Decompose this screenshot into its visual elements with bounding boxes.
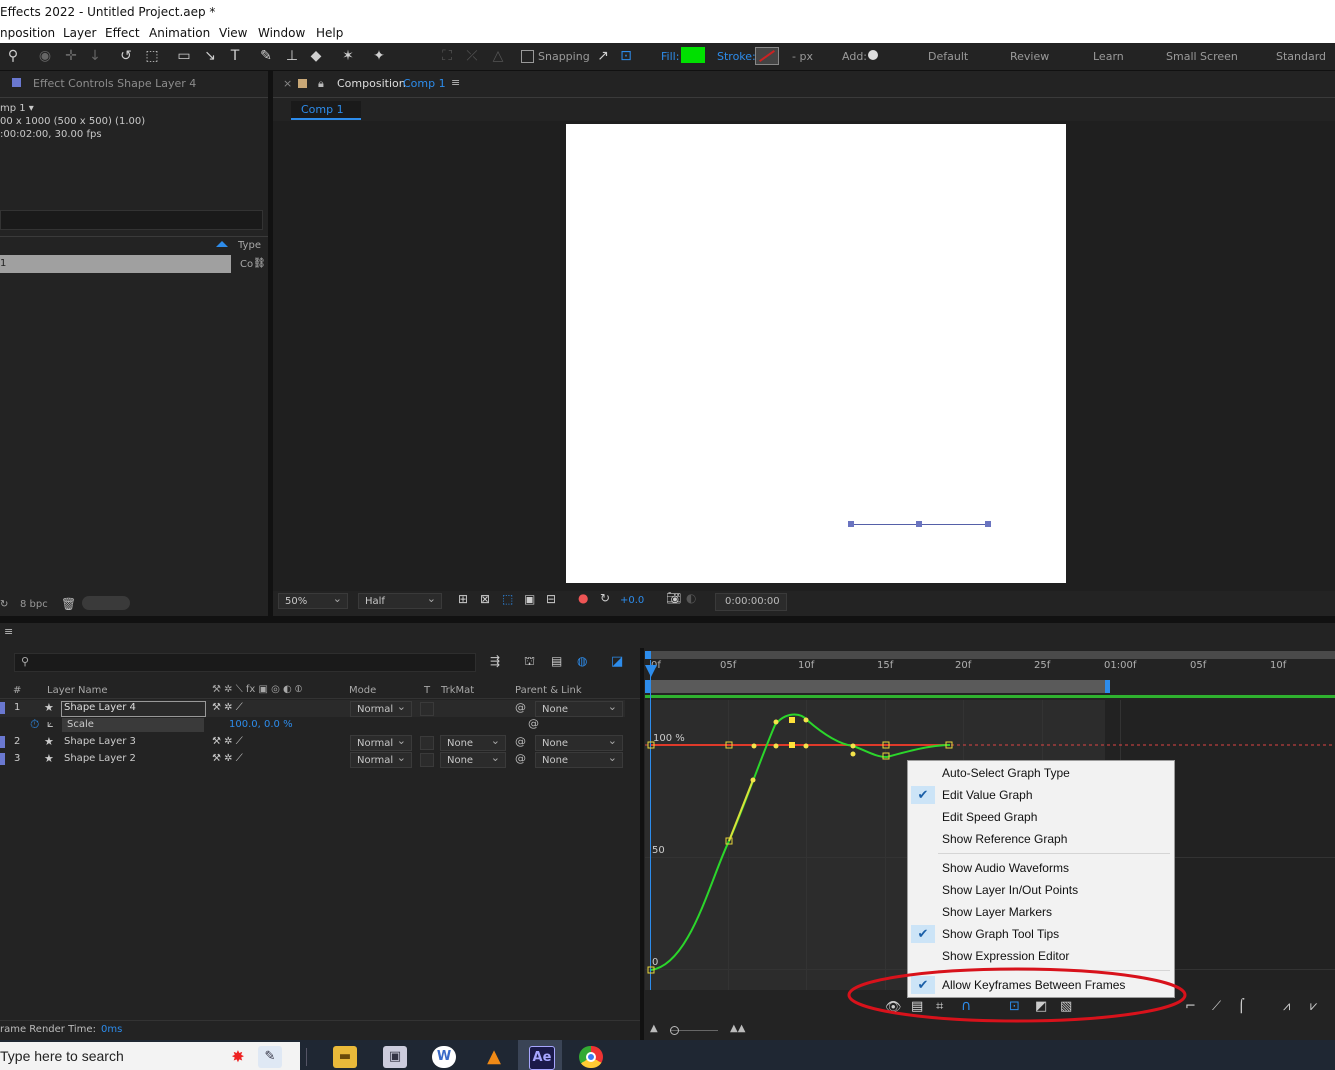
ae-label: Ae — [532, 1050, 552, 1065]
checkmark-icon: ✔ — [911, 786, 935, 804]
menu-item-edit-value-graph[interactable]: ✔ Edit Value Graph — [908, 784, 1172, 806]
easy-ease-in-icon[interactable]: ⩗ — [1310, 999, 1317, 1014]
menu-item-show-layer-in-out[interactable]: Show Layer In/Out Points — [908, 879, 1172, 901]
menu-separator — [938, 853, 1170, 854]
app-burst-icon[interactable]: ✸ — [226, 1046, 250, 1068]
incoming-tangent — [728, 779, 754, 842]
annotation-ellipse — [847, 967, 1187, 1023]
vlc-icon[interactable]: ▲ — [482, 1046, 506, 1068]
menu-item-show-graph-tool-tips[interactable]: ✔ Show Graph Tool Tips — [908, 923, 1172, 945]
graph-options-menu: Auto-Select Graph Type ✔ Edit Value Graph… — [907, 760, 1175, 998]
menu-item-label: Show Layer Markers — [942, 905, 1053, 919]
app-screen-icon[interactable]: ▣ — [383, 1046, 407, 1068]
convert-auto-bezier-icon[interactable]: ⌠ — [1238, 999, 1245, 1014]
easy-ease-icon[interactable]: ⩘ — [1283, 999, 1290, 1014]
menu-item-label: Show Audio Waveforms — [942, 861, 1069, 875]
y-scale-curve — [650, 713, 951, 971]
selected-keyframe — [789, 742, 795, 748]
app-w-label: W — [436, 1049, 452, 1064]
app-w-icon[interactable]: W — [432, 1046, 456, 1068]
file-explorer-icon[interactable]: ▬ — [333, 1046, 357, 1068]
menu-item-label: Show Layer In/Out Points — [942, 883, 1079, 897]
menu-item-label: Edit Value Graph — [942, 788, 1033, 802]
taskbar-divider — [306, 1048, 307, 1066]
menu-item-auto-select[interactable]: Auto-Select Graph Type — [908, 762, 1172, 784]
menu-item-show-reference-graph[interactable]: Show Reference Graph — [908, 828, 1172, 850]
menu-item-edit-speed-graph[interactable]: Edit Speed Graph — [908, 806, 1172, 828]
menu-item-label: Show Graph Tool Tips — [942, 927, 1060, 941]
search-placeholder: Type here to search — [0, 1048, 124, 1064]
menu-item-label: Auto-Select Graph Type — [942, 766, 1070, 780]
convert-linear-icon[interactable]: ⟋ — [1212, 999, 1221, 1014]
menu-item-label: Edit Speed Graph — [942, 810, 1038, 824]
menu-item-label: Show Expression Editor — [942, 949, 1070, 963]
menu-item-label: Show Reference Graph — [942, 832, 1068, 846]
chrome-icon[interactable] — [579, 1046, 603, 1068]
menu-item-show-expression-editor[interactable]: Show Expression Editor — [908, 945, 1172, 967]
after-effects-icon[interactable]: Ae — [529, 1046, 555, 1070]
checkmark-icon: ✔ — [911, 925, 935, 943]
app-paint-icon[interactable]: ✎ — [258, 1046, 282, 1068]
taskbar-search-box[interactable]: Type here to search — [0, 1042, 300, 1070]
keyframe-handles — [750, 717, 856, 783]
menu-item-show-audio-waveforms[interactable]: Show Audio Waveforms — [908, 857, 1172, 879]
menu-item-show-layer-markers[interactable]: Show Layer Markers — [908, 901, 1172, 923]
selected-keyframe — [789, 717, 795, 723]
